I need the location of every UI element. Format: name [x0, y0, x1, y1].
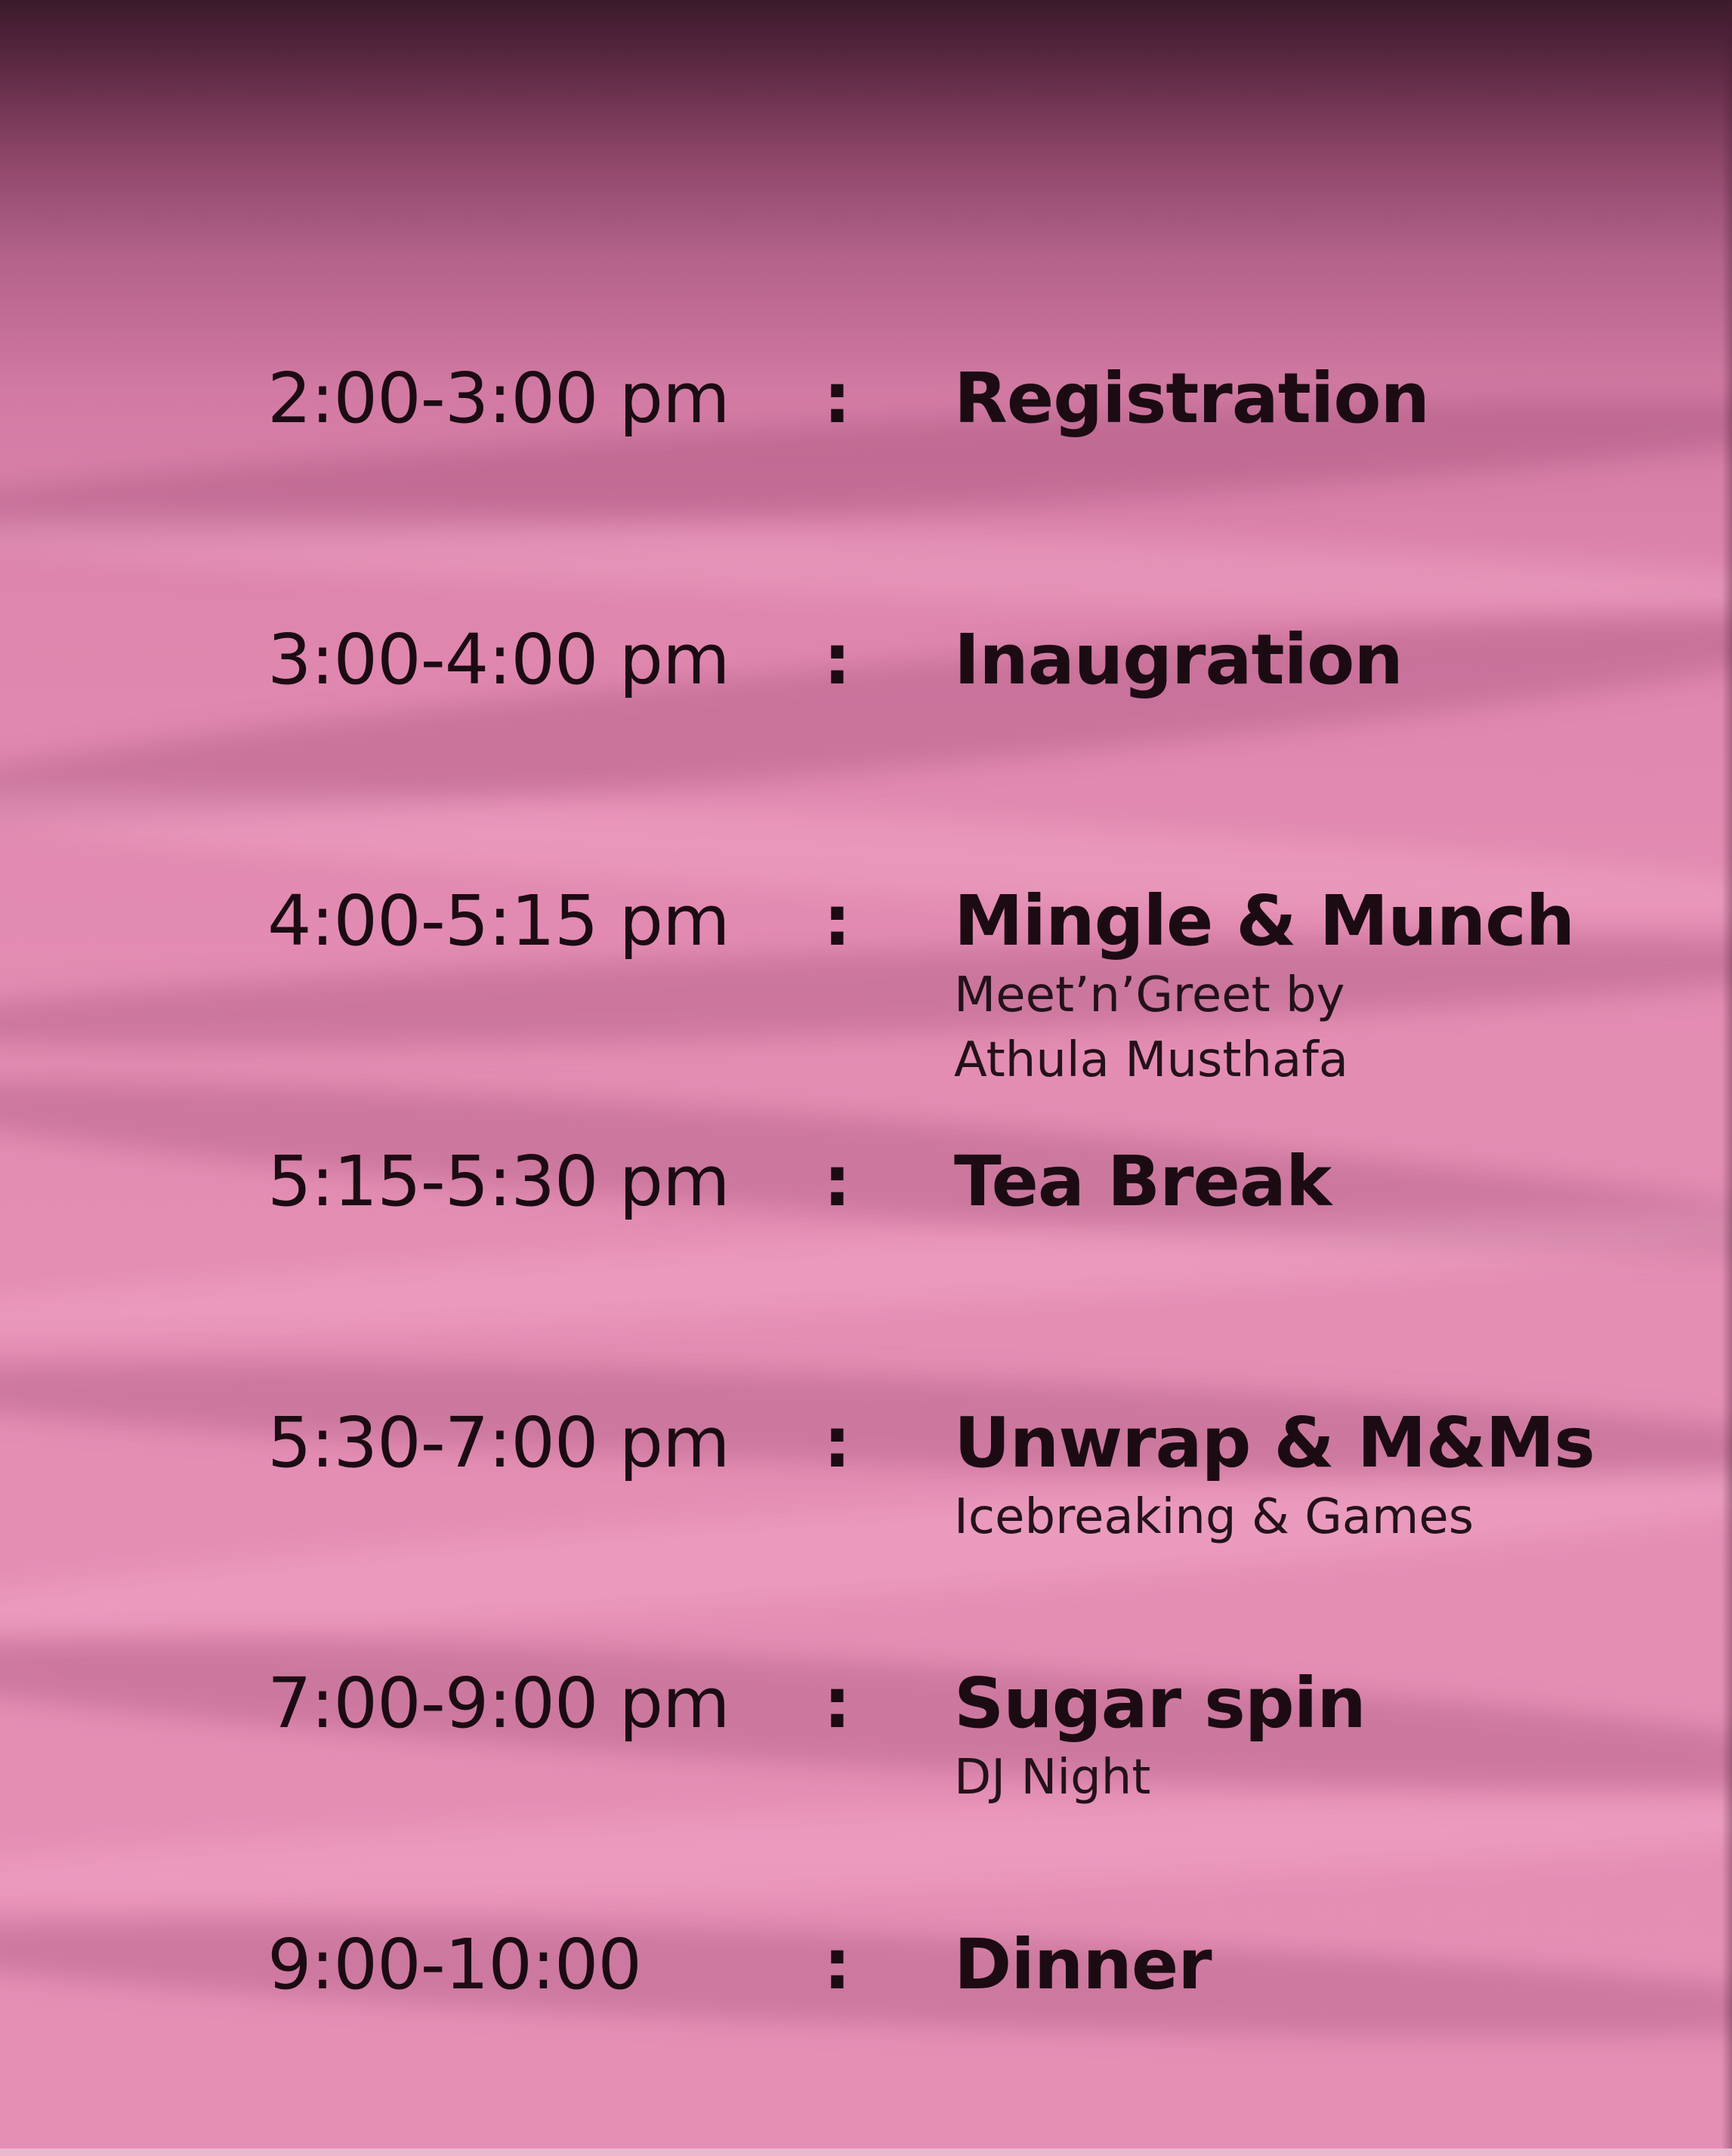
schedule-event: Dinner	[954, 1923, 1709, 2006]
schedule-event: Unwrap & M&Ms Icebreaking & Games	[954, 1402, 1709, 1550]
event-title: Mingle & Munch	[954, 881, 1575, 961]
event-title: Registration	[954, 358, 1430, 439]
schedule-time: 3:00-4:00 pm	[267, 619, 730, 700]
schedule-event: Inaugration	[954, 618, 1709, 702]
schedule-event: Tea Break	[954, 1140, 1709, 1223]
schedule-separator: :	[823, 1924, 851, 2005]
schedule-time: 5:15-5:30 pm	[267, 1141, 730, 1222]
event-title: Unwrap & M&Ms	[954, 1402, 1595, 1483]
schedule-time: 5:30-7:00 pm	[267, 1402, 730, 1483]
schedule-event: Mingle & Munch Meet’n’Greet by Athula Mu…	[954, 880, 1709, 1093]
schedule-separator: :	[823, 1141, 851, 1222]
schedule-time: 9:00-10:00	[267, 1924, 642, 2005]
event-schedule: 2:00-3:00 pm : Registration 3:00-4:00 pm…	[0, 0, 1732, 2156]
event-subtitle: Athula Musthafa	[954, 1032, 1348, 1088]
event-subtitle: Icebreaking & Games	[954, 1489, 1474, 1545]
schedule-event: Registration	[954, 357, 1709, 440]
schedule-time: 4:00-5:15 pm	[267, 881, 730, 961]
event-subtitle: Meet’n’Greet by	[954, 967, 1345, 1023]
event-title: Inaugration	[954, 619, 1403, 700]
event-subtitle: DJ Night	[954, 1750, 1151, 1806]
schedule-separator: :	[823, 881, 851, 961]
schedule-separator: :	[823, 358, 851, 439]
schedule-separator: :	[823, 619, 851, 700]
event-title: Tea Break	[954, 1141, 1332, 1222]
schedule-separator: :	[823, 1402, 851, 1483]
event-title: Sugar spin	[954, 1663, 1366, 1744]
schedule-time: 7:00-9:00 pm	[267, 1663, 730, 1744]
schedule-event: Sugar spin DJ Night	[954, 1662, 1709, 1810]
event-title: Dinner	[954, 1924, 1212, 2005]
schedule-time: 2:00-3:00 pm	[267, 358, 730, 439]
schedule-separator: :	[823, 1663, 851, 1744]
